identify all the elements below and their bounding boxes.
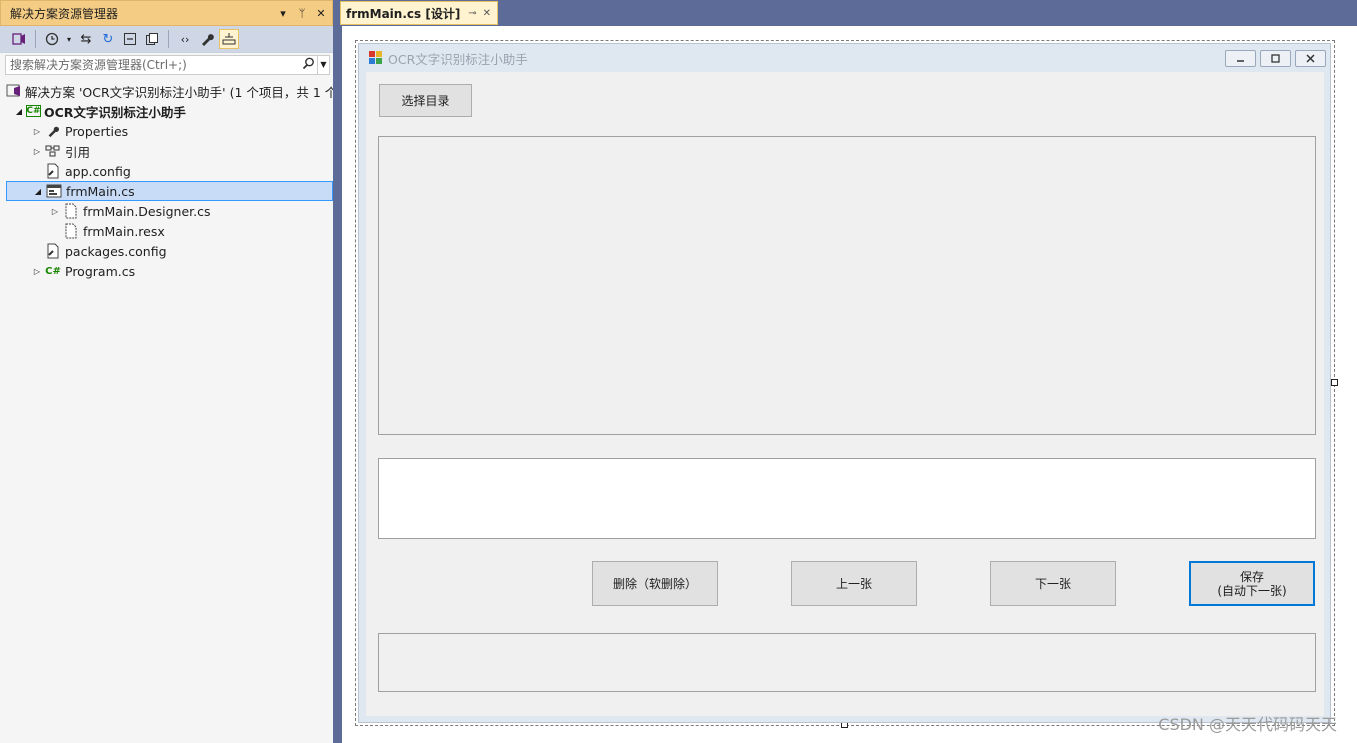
collapsed-arrow-icon[interactable]: ▷ (30, 127, 44, 136)
tree-item-label: app.config (65, 163, 131, 179)
tree-item-label: Program.cs (65, 263, 136, 279)
collapsed-arrow-icon[interactable]: ▷ (30, 267, 44, 276)
references-icon (44, 143, 62, 159)
tree-item-frmmain-resx[interactable]: frmMain.resx (0, 221, 333, 241)
tree-item-frmmain-designer[interactable]: ▷ frmMain.Designer.cs (0, 201, 333, 221)
solution-icon (6, 83, 22, 99)
search-input[interactable] (6, 56, 299, 74)
tree-item-app-config[interactable]: app.config (0, 161, 333, 181)
expanded-arrow-icon[interactable]: ◢ (31, 187, 45, 196)
config-file-icon (44, 163, 62, 179)
previous-image-button[interactable]: 上一张 (791, 561, 917, 606)
collapsed-arrow-icon[interactable]: ▷ (30, 147, 44, 156)
watermark-text: CSDN @天天代码码天天 (1158, 715, 1337, 734)
search-options-dropdown-icon[interactable]: ▼ (317, 56, 329, 74)
resx-file-icon (62, 223, 80, 239)
form-client-area: 选择目录 删除（软删除） 上一张 下一张 保存 (自动下一张) (366, 72, 1324, 716)
solution-explorer-panel: 解决方案资源管理器 ▾ ᛘ ✕ ▾ ⇆ ↻ ‹› 搜索解决方案资源管理器(Ctr… (0, 0, 336, 743)
toolbar-separator (168, 30, 169, 48)
save-sublabel: (自动下一张) (1217, 583, 1287, 598)
minimize-icon[interactable] (1225, 49, 1256, 67)
tree-item-label: packages.config (65, 243, 167, 259)
next-image-button[interactable]: 下一张 (990, 561, 1116, 606)
image-preview-panel[interactable] (378, 136, 1316, 435)
tab-frmmain-designer[interactable]: frmMain.cs [设计] ⊸ ✕ (340, 1, 498, 25)
switch-views-icon[interactable] (9, 29, 29, 49)
delete-soft-button[interactable]: 删除（软删除） (592, 561, 718, 606)
pending-changes-filter-icon[interactable] (42, 29, 62, 49)
tree-item-label: Properties (65, 123, 129, 139)
status-panel (378, 633, 1316, 692)
refresh-icon[interactable]: ↻ (98, 29, 118, 49)
tree-item-label: 解决方案 'OCR文字识别标注小助手' (1 个项目，共 1 个) (25, 84, 333, 100)
preview-selected-items-icon[interactable] (219, 29, 239, 49)
show-all-files-icon[interactable] (142, 29, 162, 49)
designer-surface[interactable]: OCR文字识别标注小助手 选择目录 删除（软删除） 上一张 下一张 保存 (自动… (342, 26, 1357, 743)
window-position-dropdown-icon[interactable]: ▾ (275, 5, 291, 21)
maximize-icon[interactable] (1260, 49, 1291, 67)
save-label: 保存 (1239, 569, 1264, 584)
config-file-icon (44, 243, 62, 259)
select-directory-button[interactable]: 选择目录 (379, 84, 472, 117)
close-icon[interactable]: ✕ (483, 8, 491, 19)
expanded-arrow-icon[interactable]: ◢ (12, 107, 26, 116)
collapsed-arrow-icon[interactable]: ▷ (48, 207, 62, 216)
csharp-file-icon: C# (45, 265, 61, 277)
solution-explorer-search: ▼ (5, 55, 330, 75)
tab-label: frmMain.cs [设计] (346, 6, 461, 21)
tree-item-properties[interactable]: ▷ Properties (0, 121, 333, 141)
chevron-down-icon[interactable]: ▾ (64, 29, 74, 49)
pin-icon[interactable]: ⊸ (468, 8, 476, 19)
toolbar-separator (35, 30, 36, 48)
solution-explorer-title: 解决方案资源管理器 (10, 6, 119, 21)
pin-icon[interactable]: ᛘ (294, 5, 310, 21)
form-window[interactable]: OCR文字识别标注小助手 选择目录 删除（软删除） 上一张 下一张 保存 (自动… (358, 43, 1331, 723)
tree-item-packages-config[interactable]: packages.config (0, 241, 333, 261)
wrench-icon (44, 123, 62, 139)
ocr-text-box[interactable] (378, 458, 1316, 539)
app-icon (369, 51, 383, 65)
resize-handle-right[interactable] (1331, 379, 1338, 386)
tree-item-label: frmMain.resx (83, 223, 165, 239)
solution-explorer-title-bar: 解决方案资源管理器 ▾ ᛘ ✕ (0, 0, 333, 26)
collapse-all-icon[interactable] (120, 29, 140, 49)
form-file-icon (45, 183, 63, 199)
search-icon[interactable] (299, 57, 317, 74)
form-title: OCR文字识别标注小助手 (388, 51, 528, 67)
tree-item-label: frmMain.cs (66, 183, 135, 199)
save-and-next-button[interactable]: 保存 (自动下一张) (1189, 561, 1315, 606)
tree-item-references[interactable]: ▷ 引用 (0, 141, 333, 161)
tree-item-label: OCR文字识别标注小助手 (44, 104, 186, 120)
form-title-bar: OCR文字识别标注小助手 (359, 44, 1330, 72)
solution-explorer-toolbar: ▾ ⇆ ↻ ‹› (0, 26, 333, 53)
document-tab-strip: frmMain.cs [设计] ⊸ ✕ (340, 0, 1357, 26)
csharp-project-icon: C# (26, 105, 41, 117)
form-close-icon[interactable] (1295, 49, 1326, 67)
wrench-icon[interactable] (197, 29, 217, 49)
tree-item-label: frmMain.Designer.cs (83, 203, 211, 219)
tree-item-program-cs[interactable]: ▷ C# Program.cs (0, 261, 333, 281)
close-icon[interactable]: ✕ (313, 5, 329, 21)
view-code-icon[interactable]: ‹› (175, 29, 195, 49)
tree-item-label: 引用 (65, 144, 91, 160)
tree-item-project[interactable]: ◢ C# OCR文字识别标注小助手 (0, 101, 333, 121)
solution-tree: 解决方案 'OCR文字识别标注小助手' (1 个项目，共 1 个) ◢ C# O… (0, 81, 333, 281)
code-file-icon (62, 203, 80, 219)
tree-item-solution[interactable]: 解决方案 'OCR文字识别标注小助手' (1 个项目，共 1 个) (0, 81, 333, 101)
tree-item-frmmain-cs[interactable]: ◢ frmMain.cs (6, 181, 333, 201)
sync-with-document-icon[interactable]: ⇆ (76, 29, 96, 49)
